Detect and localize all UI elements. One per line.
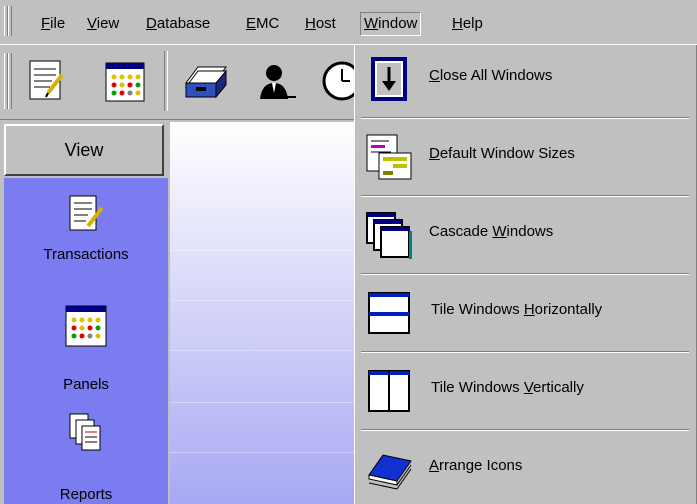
toolbar-cardfile-button[interactable]: [180, 53, 230, 109]
menu-item-tile-windows-horizontally[interactable]: Tile Windows Horizontally: [359, 279, 691, 347]
panels-icon: [105, 62, 145, 102]
menu-item-label: Cascade Windows: [429, 223, 554, 240]
toolbar-separator: [164, 51, 168, 111]
menu-item-cascade-windows[interactable]: Cascade Windows: [359, 201, 691, 269]
cardfile-icon: [185, 66, 227, 99]
menu-item-tile-windows-vertically[interactable]: Tile Windows Vertically: [359, 357, 691, 425]
menu-separator: [361, 429, 689, 431]
menu-item-close-all-windows[interactable]: Close All Windows: [359, 45, 691, 113]
menu-file[interactable]: File: [38, 13, 68, 35]
nav-item-reports[interactable]: Reports: [4, 412, 168, 504]
view-button[interactable]: View: [4, 124, 164, 176]
menu-item-label: Close All Windows: [429, 67, 553, 84]
menu-window[interactable]: Window: [360, 12, 422, 36]
toolbar-user-button[interactable]: [252, 53, 302, 109]
nav-item-panels[interactable]: Panels: [4, 302, 168, 393]
arrange-icons-icon: [368, 454, 412, 490]
toolbar-transactions-button[interactable]: [22, 53, 72, 109]
menu-item-arrange-icons[interactable]: Arrange Icons: [359, 435, 691, 503]
menu-item-label: Tile Windows Vertically: [431, 379, 584, 396]
default-window-sizes-icon: [366, 134, 412, 180]
left-panel: View Transactions Panels Reports: [0, 120, 168, 504]
menu-help[interactable]: Help: [449, 13, 486, 35]
menu-host[interactable]: Host: [302, 13, 339, 35]
cascade-windows-icon: [366, 212, 412, 259]
user-icon: [260, 65, 296, 99]
close-all-windows-icon: [371, 57, 407, 101]
toolbar-panels-button[interactable]: [100, 53, 150, 109]
menu-view[interactable]: View: [84, 13, 122, 35]
menu-bar: File View Database EMC Host Window Help: [0, 0, 697, 44]
reports-icon: [69, 413, 101, 451]
menu-separator: [361, 117, 689, 119]
menu-separator: [361, 351, 689, 353]
panels-icon: [65, 305, 107, 347]
menu-database[interactable]: Database: [143, 13, 213, 35]
nav-item-label: Panels: [63, 376, 109, 393]
tile-horizontal-icon: [368, 292, 410, 334]
menubar-grip: [8, 6, 12, 36]
transactions-icon: [29, 60, 64, 100]
menu-item-label: Arrange Icons: [429, 457, 523, 474]
transactions-icon: [69, 195, 104, 231]
nav-item-label: Transactions: [43, 246, 129, 263]
menu-item-label: Default Window Sizes: [429, 145, 575, 162]
menu-separator: [361, 195, 689, 197]
toolbar-grip: [8, 53, 12, 109]
workspace-area: [170, 122, 356, 504]
tile-vertical-icon: [368, 370, 410, 412]
menu-separator: [361, 273, 689, 275]
menu-item-default-window-sizes[interactable]: Default Window Sizes: [359, 123, 691, 191]
menu-item-label: Tile Windows Horizontally: [431, 301, 603, 318]
menu-emc[interactable]: EMC: [243, 13, 282, 35]
window-dropdown-menu: Close All Windows Default Window Sizes C…: [354, 44, 697, 504]
nav-item-label: Reports: [59, 486, 113, 503]
view-bar: Transactions Panels Reports: [4, 178, 168, 504]
nav-item-transactions[interactable]: Transactions: [4, 194, 168, 274]
